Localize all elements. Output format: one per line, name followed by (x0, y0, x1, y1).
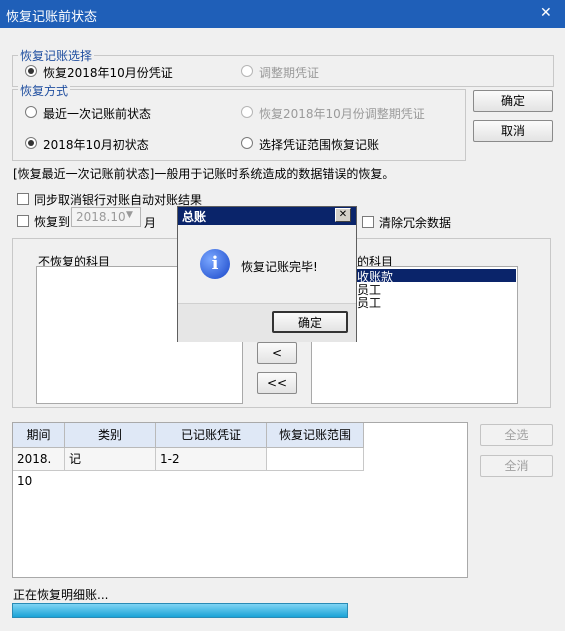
table-header-type: 类别 (65, 423, 156, 448)
radio-voucher-range[interactable] (241, 137, 253, 149)
restore-to-checkbox[interactable] (17, 215, 29, 227)
radio-restore-month-label: 恢复2018年10月份凭证 (43, 66, 173, 80)
radio-last-state[interactable] (25, 106, 37, 118)
deselect-all-button[interactable]: 全消 (480, 455, 553, 477)
table-cell-posted[interactable]: 1-2 (156, 448, 267, 471)
close-icon[interactable]: ✕ (540, 5, 552, 21)
select-all-button[interactable]: 全选 (480, 424, 553, 446)
title-bar: 恢复记账前状态 ✕ (0, 0, 565, 28)
info-icon: i (200, 249, 230, 279)
progress-bar (12, 603, 348, 618)
clear-redundant-checkbox[interactable] (362, 216, 374, 228)
cancel-button[interactable]: 取消 (473, 120, 553, 142)
dialog-title-bar: 总账 ✕ (178, 207, 356, 225)
restore-select-legend: 恢复记账选择 (18, 47, 95, 64)
radio-adjust-period[interactable] (241, 65, 253, 77)
table-header-posted: 已记账凭证 (156, 423, 267, 448)
dialog-close-icon[interactable]: ✕ (335, 208, 351, 222)
hint-text: [恢复最近一次记账前状态]一般用于记账时系统造成的数据错误的恢复。 (13, 167, 395, 181)
dialog-title: 总账 (182, 210, 207, 224)
dialog-ok-button[interactable]: 确定 (272, 311, 348, 333)
restore-to-label: 恢复到 (34, 215, 71, 229)
table-header-period: 期间 (13, 423, 65, 448)
restore-mode-legend: 恢复方式 (18, 82, 71, 99)
move-left-button[interactable]: < (257, 342, 297, 364)
radio-restore-month[interactable] (25, 65, 37, 77)
status-text: 正在恢复明细账... (13, 588, 109, 602)
move-all-left-button[interactable]: << (257, 372, 297, 394)
radio-month-start-label: 2018年10月初状态 (43, 138, 149, 152)
message-dialog: 总账 ✕ i 恢复记账完毕! 确定 (177, 206, 357, 342)
radio-adjust-restore[interactable] (241, 106, 253, 118)
table-cell-type[interactable]: 记 (65, 448, 156, 471)
table-cell-range[interactable] (267, 448, 364, 471)
radio-voucher-range-label: 选择凭证范围恢复记账 (259, 138, 380, 152)
table-cell-period[interactable]: 2018. 10 (13, 448, 65, 488)
period-select[interactable]: 2018.10 ▼ (71, 207, 141, 227)
dialog-message: 恢复记账完毕! (241, 260, 318, 274)
list-item[interactable]: 员工 (357, 294, 381, 311)
sync-bank-checkbox[interactable] (17, 193, 29, 205)
radio-last-state-label: 最近一次记账前状态 (43, 107, 152, 121)
ok-button[interactable]: 确定 (473, 90, 553, 112)
table-header-range: 恢复记账范围 (267, 423, 364, 448)
radio-adjust-period-label: 调整期凭证 (259, 66, 320, 80)
window-title: 恢复记账前状态 (6, 10, 98, 25)
radio-adjust-restore-label: 恢复2018年10月份调整期凭证 (259, 107, 425, 121)
period-select-value: 2018.10 (76, 210, 126, 224)
clear-redundant-label: 清除冗余数据 (379, 216, 452, 230)
radio-month-start[interactable] (25, 137, 37, 149)
voucher-table: 期间 类别 已记账凭证 恢复记账范围 2018. 10 记 1-2 (12, 422, 468, 578)
month-label: 月 (144, 216, 157, 230)
chevron-down-icon: ▼ (126, 210, 133, 220)
